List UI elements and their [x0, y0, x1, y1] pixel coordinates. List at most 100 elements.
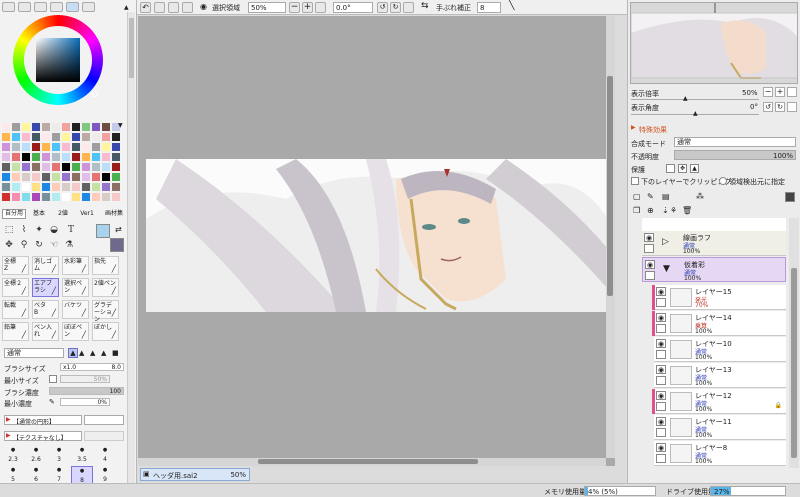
folder-collapsed-icon[interactable]: ▷	[662, 237, 669, 247]
color-swatch[interactable]	[112, 143, 120, 151]
color-swatch[interactable]	[112, 153, 120, 161]
color-swatch[interactable]	[52, 123, 60, 131]
nav-zoom-plus-button[interactable]: +	[775, 87, 785, 97]
color-swatch[interactable]	[12, 183, 20, 191]
layer-select-checkbox[interactable]	[644, 244, 654, 253]
rotate-icon[interactable]: ↻	[34, 240, 44, 250]
color-swatch[interactable]	[102, 123, 110, 131]
primary-color-swatch[interactable]	[96, 224, 110, 238]
rect-select-icon[interactable]: ⬚	[4, 225, 14, 235]
color-swatch[interactable]	[92, 143, 100, 151]
copy-layer-icon[interactable]: ❐	[633, 206, 640, 215]
layer-row[interactable]: ◉ レイヤー13 通常 100%	[654, 363, 786, 388]
brush-tool[interactable]: 選択ペン ╱	[62, 278, 89, 297]
nav-angle-handle[interactable]: ▲	[693, 110, 698, 117]
color-swatch[interactable]	[22, 173, 30, 181]
lasso-icon[interactable]: ⌇	[19, 225, 29, 235]
layer-scrollbar[interactable]	[789, 218, 799, 468]
zoom-icon[interactable]: ⚲	[19, 240, 29, 250]
color-swatch[interactable]	[72, 183, 80, 191]
layer-blend-select[interactable]: 通常	[674, 137, 796, 147]
color-swatch[interactable]	[32, 173, 40, 181]
tab-materials[interactable]: 画材集	[101, 209, 127, 219]
clear-layer-icon[interactable]: ⇣	[662, 206, 669, 215]
color-swatch[interactable]	[72, 133, 80, 141]
left-scrollbar[interactable]	[127, 12, 135, 492]
panel-toggle-3[interactable]	[34, 2, 47, 12]
color-swatch[interactable]	[72, 153, 80, 161]
layer-row[interactable]: ◉ レイヤー8 通常 100%	[654, 441, 786, 466]
color-swatch[interactable]	[92, 193, 100, 201]
color-swatches[interactable]	[2, 123, 122, 203]
visibility-eye-icon[interactable]: ◉	[656, 443, 666, 452]
line-tool-icon[interactable]: ╲	[509, 1, 514, 11]
swatch-menu-icon[interactable]: ▼	[118, 122, 123, 129]
color-swatch[interactable]	[32, 133, 40, 141]
effects-header[interactable]: ▶ 特殊効果	[628, 124, 800, 134]
zoom-select[interactable]: 50%	[248, 2, 286, 13]
color-swatch[interactable]	[32, 123, 40, 131]
color-swatch[interactable]	[12, 143, 20, 151]
layer-select-checkbox[interactable]	[656, 402, 666, 411]
color-swatch[interactable]	[102, 193, 110, 201]
color-swatch[interactable]	[42, 163, 50, 171]
texture-select[interactable]: ▶ 【テクスチャなし】	[4, 431, 82, 442]
delete-layer-icon[interactable]: 🗑	[682, 206, 692, 215]
rotate-reset-button[interactable]	[403, 2, 414, 13]
hand-icon[interactable]: ☜	[49, 240, 59, 250]
layer-select-checkbox[interactable]	[656, 454, 666, 463]
shape-2-icon[interactable]: ▲	[79, 349, 84, 357]
brush-shape-param[interactable]	[84, 415, 124, 425]
hue-marker[interactable]	[92, 91, 98, 97]
color-swatch[interactable]	[12, 133, 20, 141]
tab-own[interactable]: 自分用	[2, 209, 26, 219]
blend-mode-select[interactable]: 通常	[4, 348, 64, 358]
brush-tool[interactable]: 指先 ╱	[92, 256, 119, 275]
folder-expanded-icon[interactable]: ▼	[663, 264, 670, 274]
visibility-eye-icon[interactable]: ◉	[656, 417, 666, 426]
color-swatch[interactable]	[32, 143, 40, 151]
zoom-minus-button[interactable]: −	[289, 2, 300, 13]
color-swatch[interactable]	[62, 133, 70, 141]
layer-row[interactable]: ◉ レイヤー11 通常 100%	[654, 415, 786, 440]
brush-tool[interactable]: ベタ B ╱	[32, 300, 59, 319]
color-swatch[interactable]	[52, 183, 60, 191]
panel-toggle-4[interactable]	[50, 2, 63, 12]
color-swatch[interactable]	[112, 163, 120, 171]
color-swatch[interactable]	[102, 163, 110, 171]
color-swatch[interactable]	[62, 193, 70, 201]
color-swatch[interactable]	[92, 163, 100, 171]
protect-transparency-icon[interactable]	[666, 164, 675, 173]
tab-basic[interactable]: 基本	[29, 209, 49, 219]
color-swatch[interactable]	[82, 133, 90, 141]
color-swatch[interactable]	[42, 183, 50, 191]
color-swatch[interactable]	[2, 193, 10, 201]
text-icon[interactable]: T	[66, 225, 76, 235]
color-swatch[interactable]	[62, 183, 70, 191]
brush-tool[interactable]: 消しゴム ╱	[32, 256, 59, 275]
layer-select-checkbox[interactable]	[656, 350, 666, 359]
layer-select-checkbox[interactable]	[656, 428, 666, 437]
panel-toggle-1[interactable]	[2, 2, 15, 12]
new-layer-icon[interactable]: ▢	[633, 192, 641, 201]
color-swatch[interactable]	[2, 123, 10, 131]
color-swatch[interactable]	[22, 183, 30, 191]
stabilizer-select[interactable]: 8	[477, 2, 501, 13]
color-swatch[interactable]	[102, 173, 110, 181]
color-swatch[interactable]	[22, 143, 30, 151]
color-swatch[interactable]	[32, 193, 40, 201]
color-swatch[interactable]	[102, 183, 110, 191]
tab-ver1[interactable]: Ver1	[77, 209, 97, 219]
brush-tool[interactable]: 全標 Z ╱	[2, 256, 29, 275]
color-swatch[interactable]	[2, 163, 10, 171]
color-swatch[interactable]	[72, 173, 80, 181]
color-swatch[interactable]	[92, 153, 100, 161]
color-swatch[interactable]	[82, 123, 90, 131]
swap-colors-icon[interactable]: ⇄	[115, 225, 122, 234]
layer-row[interactable]: ◉ ▼ 仮着彩 通常 100%	[642, 257, 786, 282]
color-swatch[interactable]	[22, 133, 30, 141]
color-swatch[interactable]	[112, 193, 120, 201]
brush-size-slider[interactable]: x1.0 8.0	[60, 363, 124, 371]
canvas[interactable]	[146, 159, 608, 312]
color-swatch[interactable]	[22, 123, 30, 131]
